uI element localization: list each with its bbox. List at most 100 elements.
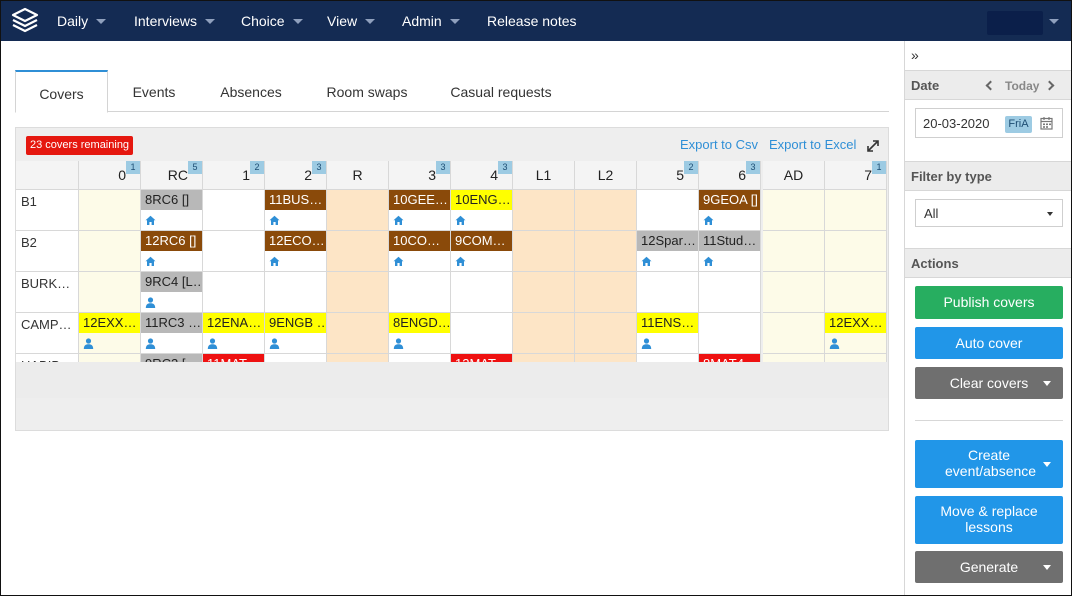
user-menu[interactable] <box>987 11 1043 35</box>
calendar-icon[interactable] <box>1040 116 1053 130</box>
grid-cell[interactable]: 12RC6 [] <box>141 231 203 272</box>
grid-cell[interactable]: 10CO… <box>389 231 451 272</box>
row-label[interactable]: BURK… <box>16 272 79 313</box>
grid-cell[interactable]: 8ENGD… <box>389 313 451 354</box>
auto-cover-button[interactable]: Auto cover <box>915 327 1063 359</box>
grid-cell[interactable]: 9COM… <box>451 231 513 272</box>
grid-cell[interactable] <box>79 190 141 231</box>
lesson-chip[interactable]: 10GEE… <box>389 190 450 210</box>
column-header-0[interactable]: 01 <box>79 161 141 190</box>
grid-cell[interactable]: 10GEE… <box>389 190 451 231</box>
column-header-r[interactable]: R <box>327 161 389 190</box>
nav-interviews[interactable]: Interviews <box>134 1 216 41</box>
grid-cell[interactable] <box>327 231 389 272</box>
collapse-sidebar-icon[interactable]: » <box>911 47 919 63</box>
grid-cell[interactable] <box>763 272 825 313</box>
tab-covers[interactable]: Covers <box>15 70 108 113</box>
lesson-chip[interactable]: 9ENGB … <box>265 313 326 333</box>
column-header-6[interactable]: 63 <box>699 161 761 190</box>
chevron-down-icon[interactable] <box>1043 462 1051 467</box>
grid-cell[interactable] <box>699 313 761 354</box>
grid-cell[interactable]: 10ENG… <box>451 190 513 231</box>
publish-covers-button[interactable]: Publish covers <box>915 286 1063 319</box>
column-header-2[interactable]: 23 <box>265 161 327 190</box>
export-excel-link[interactable]: Export to Excel <box>769 137 856 152</box>
grid-cell[interactable]: 12Spar… <box>637 231 699 272</box>
date-field[interactable]: 20-03-2020 FriA <box>915 108 1063 138</box>
nav-admin[interactable]: Admin <box>402 1 460 41</box>
grid-cell[interactable]: 9RC4 [L… <box>141 272 203 313</box>
chevron-down-icon[interactable] <box>1043 381 1051 386</box>
grid-cell[interactable] <box>451 313 513 354</box>
tab-room-swaps[interactable]: Room swaps <box>321 70 413 112</box>
nav-view[interactable]: View <box>327 1 376 41</box>
tab-events[interactable]: Events <box>119 70 189 112</box>
grid-cell[interactable]: 11BUS… <box>265 190 327 231</box>
chevron-down-icon[interactable] <box>1043 565 1051 570</box>
lesson-chip[interactable]: 9COM… <box>451 231 512 251</box>
grid-cell[interactable] <box>327 190 389 231</box>
grid-cell[interactable] <box>699 272 761 313</box>
nav-daily[interactable]: Daily <box>57 1 107 41</box>
app-logo-icon[interactable] <box>10 6 40 36</box>
chevron-down-icon[interactable] <box>1049 19 1059 24</box>
lesson-chip[interactable]: 12ENA… <box>203 313 264 333</box>
expand-icon[interactable] <box>866 139 880 153</box>
chevron-right-icon[interactable] <box>1044 80 1055 91</box>
lesson-chip[interactable]: 12EXX… <box>825 313 886 333</box>
lesson-chip[interactable]: 11Stud… <box>699 231 760 251</box>
tab-absences[interactable]: Absences <box>211 70 291 112</box>
grid-cell[interactable] <box>327 272 389 313</box>
grid-cell[interactable]: 8RC6 [] <box>141 190 203 231</box>
column-header-5[interactable]: 52 <box>637 161 699 190</box>
lesson-chip[interactable]: 12ECO… <box>265 231 326 251</box>
grid-cell[interactable] <box>825 190 887 231</box>
lesson-chip[interactable]: 12RC6 [] <box>141 231 202 251</box>
nav-choice[interactable]: Choice <box>241 1 303 41</box>
column-header-l1[interactable]: L1 <box>513 161 575 190</box>
grid-cell[interactable] <box>513 272 575 313</box>
grid-cell[interactable] <box>389 272 451 313</box>
grid-cell[interactable] <box>203 190 265 231</box>
grid-cell[interactable]: 12ENA… <box>203 313 265 354</box>
grid-cell[interactable] <box>825 231 887 272</box>
lesson-chip[interactable]: 9RC4 [L… <box>141 272 202 292</box>
grid-cell[interactable] <box>575 313 637 354</box>
lesson-chip[interactable]: 9GEOA [] <box>699 190 760 210</box>
grid-cell[interactable]: 12ECO… <box>265 231 327 272</box>
column-header-1[interactable]: 12 <box>203 161 265 190</box>
grid-cell[interactable] <box>513 190 575 231</box>
column-header-7[interactable]: 71 <box>825 161 887 190</box>
grid-cell[interactable] <box>825 272 887 313</box>
row-label[interactable]: B2 <box>16 231 79 272</box>
grid-cell[interactable] <box>575 272 637 313</box>
grid-cell[interactable] <box>327 313 389 354</box>
grid-cell[interactable] <box>79 231 141 272</box>
grid-cell[interactable] <box>637 272 699 313</box>
move-replace-lessons-button[interactable]: Move & replace lessons <box>915 496 1063 544</box>
column-header-ad[interactable]: AD <box>763 161 825 190</box>
grid-cell[interactable]: 11ENS… <box>637 313 699 354</box>
lesson-chip[interactable]: 12Spar… <box>637 231 698 251</box>
filter-type-select[interactable]: All <box>915 199 1063 227</box>
grid-cell[interactable] <box>451 272 513 313</box>
row-label[interactable]: B1 <box>16 190 79 231</box>
grid-cell[interactable] <box>513 231 575 272</box>
column-header-4[interactable]: 43 <box>451 161 513 190</box>
clear-covers-button[interactable]: Clear covers <box>915 367 1063 399</box>
lesson-chip[interactable]: 10CO… <box>389 231 450 251</box>
row-label[interactable]: CAMP… <box>16 313 79 354</box>
grid-cell[interactable] <box>575 190 637 231</box>
grid-cell[interactable]: 9GEOA [] <box>699 190 761 231</box>
grid-cell[interactable]: 11Stud… <box>699 231 761 272</box>
today-link[interactable]: Today <box>1005 79 1039 93</box>
grid-cell[interactable]: 11RC3 … <box>141 313 203 354</box>
column-header-3[interactable]: 33 <box>389 161 451 190</box>
grid-cell[interactable] <box>203 231 265 272</box>
column-header-rc[interactable]: RC 5 <box>141 161 203 190</box>
grid-cell[interactable] <box>265 272 327 313</box>
grid-cell[interactable] <box>763 313 825 354</box>
lesson-chip[interactable]: 11ENS… <box>637 313 698 333</box>
grid-cell[interactable] <box>637 190 699 231</box>
create-event-absence-button[interactable]: Create event/absence <box>915 440 1063 488</box>
